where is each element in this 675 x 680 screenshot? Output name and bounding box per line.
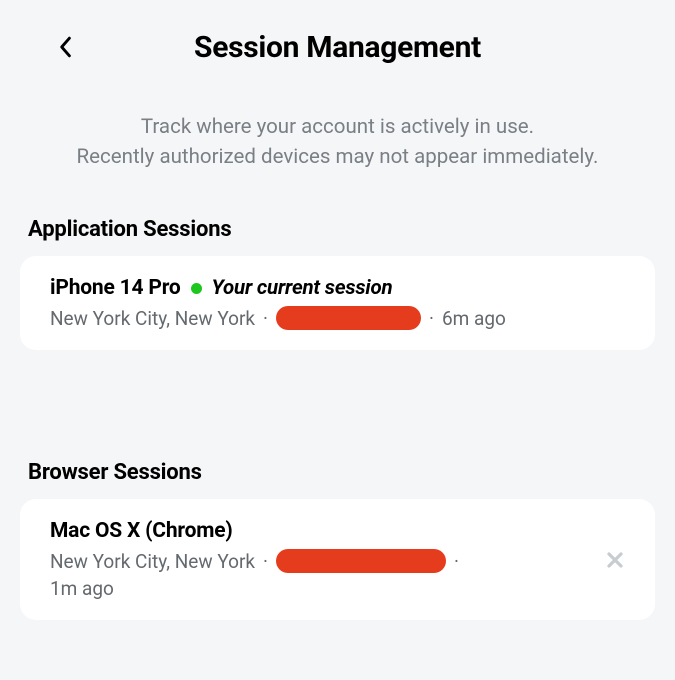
section-heading-browser: Browser Sessions [0, 350, 675, 499]
session-row1: Mac OS X (Chrome) [50, 519, 587, 543]
browser-session-card[interactable]: Mac OS X (Chrome) New York City, New Yor… [20, 499, 655, 620]
separator: · [429, 307, 434, 330]
separator: · [263, 307, 268, 330]
session-location: New York City, New York [50, 550, 255, 573]
redacted-ip [276, 306, 421, 330]
session-time: 1m ago [50, 577, 587, 600]
session-row2: New York City, New York · · 6m ago [50, 306, 633, 330]
page-title: Session Management [20, 30, 655, 65]
separator: · [263, 550, 268, 573]
session-row2: New York City, New York · · 1m ago [50, 549, 587, 600]
page-description: Track where your account is actively in … [0, 75, 675, 172]
remove-session-button[interactable] [597, 542, 633, 578]
session-body: Mac OS X (Chrome) New York City, New Yor… [50, 519, 587, 600]
redacted-ip [276, 549, 446, 573]
chevron-left-icon [58, 36, 72, 58]
back-button[interactable] [50, 32, 80, 62]
session-row1: iPhone 14 Pro Your current session [50, 276, 633, 300]
app-session-card[interactable]: iPhone 14 Pro Your current session New Y… [20, 256, 655, 350]
device-name: Mac OS X (Chrome) [50, 519, 233, 543]
session-location: New York City, New York [50, 307, 255, 330]
active-dot-icon [191, 283, 202, 294]
session-body: iPhone 14 Pro Your current session New Y… [50, 276, 633, 330]
close-icon [605, 550, 625, 570]
separator: · [454, 550, 459, 573]
session-time: 6m ago [442, 307, 506, 330]
section-heading-app: Application Sessions [0, 172, 675, 256]
header: Session Management [0, 0, 675, 75]
device-name: iPhone 14 Pro [50, 276, 181, 300]
current-session-label: Your current session [212, 276, 393, 300]
